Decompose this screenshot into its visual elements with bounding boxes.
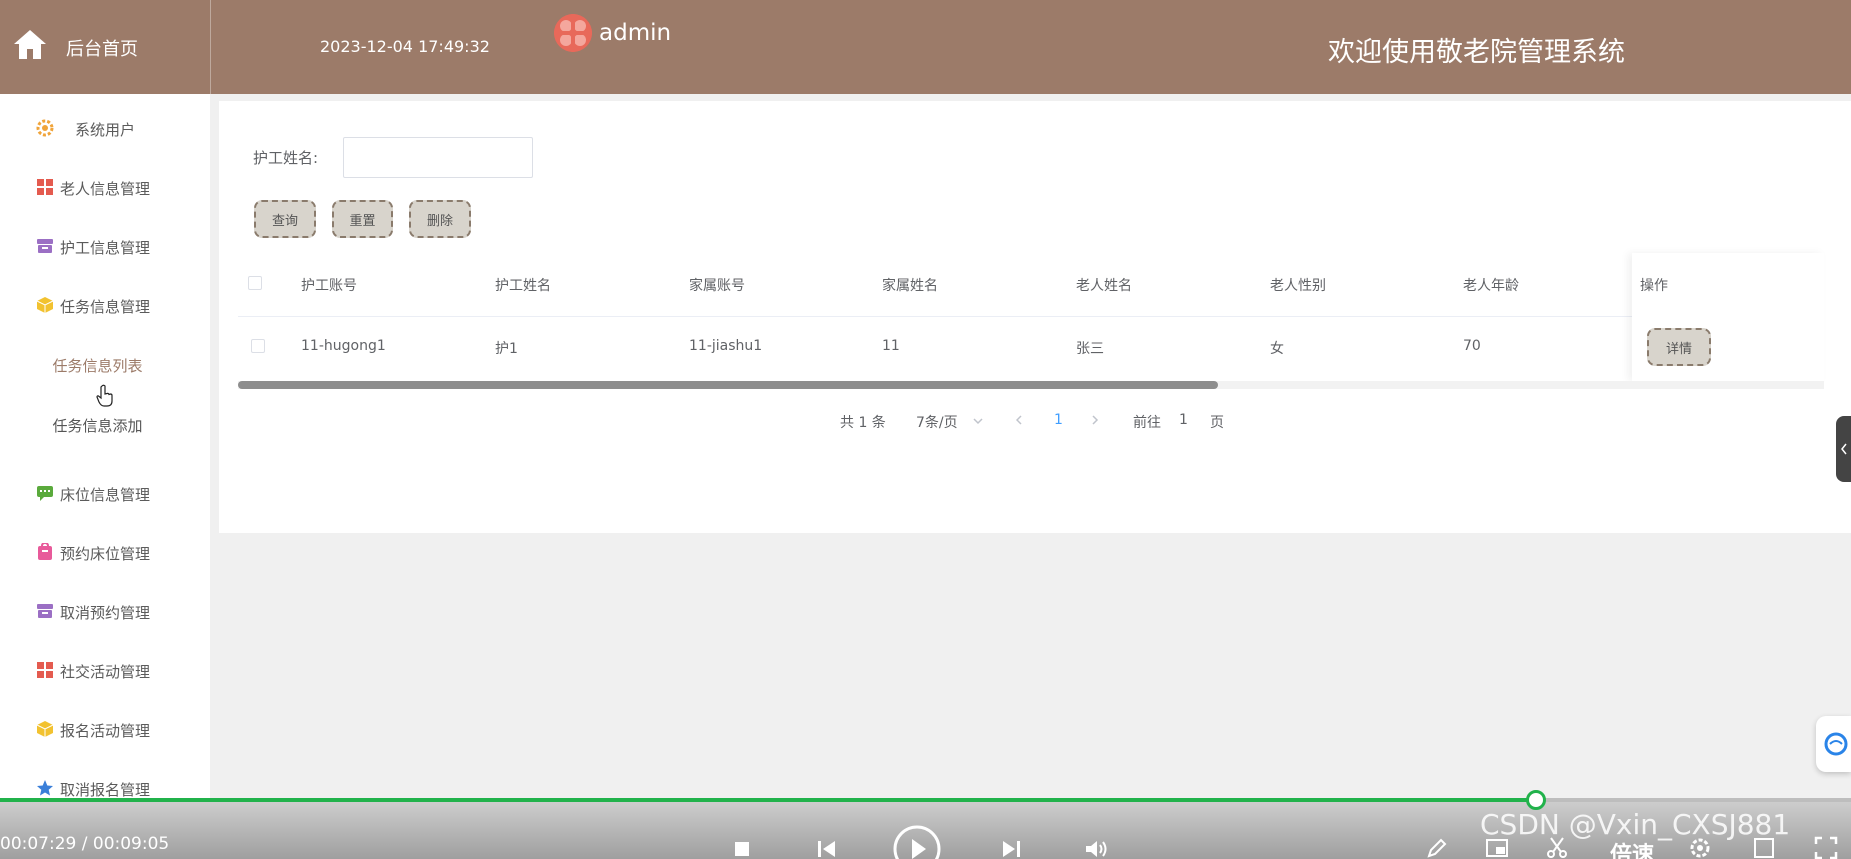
col-caregiver-account: 护工账号 (301, 278, 357, 294)
archive-icon (37, 604, 53, 618)
home-link[interactable]: 后台首页 (66, 35, 138, 61)
sidebar-item-elder-info[interactable]: 老人信息管理 (0, 172, 210, 202)
picture-in-picture-icon[interactable] (1485, 836, 1509, 859)
refresh-icon (1824, 732, 1848, 756)
pen-icon[interactable] (1425, 836, 1449, 859)
username[interactable]: admin (599, 20, 671, 46)
sidebar-item-activity-signup[interactable]: 报名活动管理 (0, 714, 210, 744)
sidebar-item-label: 预约床位管理 (60, 545, 151, 563)
scissors-icon[interactable] (1545, 836, 1569, 859)
page-number-current[interactable]: 1 (1054, 412, 1063, 428)
cell-family-name: 11 (882, 338, 900, 354)
sidebar-item-task-info[interactable]: 任务信息管理 (0, 290, 210, 320)
search-label: 护工姓名: (253, 149, 319, 167)
play-icon[interactable] (893, 825, 941, 859)
settings-icon[interactable] (1688, 836, 1712, 859)
skip-back-icon[interactable] (816, 838, 838, 859)
grid-icon (37, 179, 53, 195)
chevron-right-icon[interactable] (1090, 414, 1100, 426)
header-divider (210, 0, 211, 94)
sidebar-item-caregiver-info[interactable]: 护工信息管理 (0, 231, 210, 261)
cube-icon (36, 297, 54, 313)
message-icon (37, 486, 53, 501)
sidebar-item-system-users[interactable]: 系统用户 (0, 113, 210, 143)
sidebar-subitem-task-list[interactable]: 任务信息列表 (0, 355, 195, 376)
sidebar-item-label: 取消报名管理 (60, 781, 151, 799)
sidebar-item-label: 床位信息管理 (60, 486, 151, 504)
goto-prefix: 前往 (1133, 415, 1161, 431)
side-collapse-tab[interactable] (1836, 416, 1851, 482)
col-family-name: 家属姓名 (882, 278, 938, 294)
skip-forward-icon[interactable] (1000, 838, 1022, 859)
top-header: 后台首页 2023-12-04 17:49:32 admin 欢迎使用敬老院管理… (0, 0, 1851, 94)
sidebar-item-cancel-booking[interactable]: 取消预约管理 (0, 596, 210, 626)
fullscreen-icon[interactable] (1814, 836, 1838, 859)
caregiver-name-input[interactable] (343, 137, 533, 178)
cell-elder-age: 70 (1463, 338, 1481, 354)
sidebar-item-social-activity[interactable]: 社交活动管理 (0, 655, 210, 685)
playback-speed-button[interactable]: 倍速 (1610, 837, 1654, 859)
cell-family-account: 11-jiashu1 (689, 338, 763, 354)
sidebar-item-label: 系统用户 (75, 121, 136, 139)
table-scrollbar-thumb[interactable] (238, 381, 1218, 389)
sidebar-subitem-task-add[interactable]: 任务信息添加 (0, 415, 195, 436)
cell-caregiver-name: 护1 (495, 341, 518, 357)
web-fullscreen-icon[interactable] (1752, 836, 1776, 859)
sidebar-item-label: 任务信息管理 (60, 298, 151, 316)
home-icon[interactable] (12, 26, 48, 62)
sidebar-item-label: 取消预约管理 (60, 604, 151, 622)
gear-icon (36, 119, 54, 137)
sidebar-item-label: 报名活动管理 (60, 722, 151, 740)
floating-helper-button[interactable] (1816, 716, 1851, 772)
grid-icon (37, 662, 53, 678)
video-progress-fill (0, 798, 1537, 802)
goto-page-input[interactable]: 1 (1179, 412, 1188, 428)
star-icon (37, 780, 53, 796)
video-time: 00:07:29 / 00:09:05 (0, 834, 170, 854)
page-size-select[interactable]: 7条/页 (916, 412, 958, 432)
cell-caregiver-account: 11-hugong1 (301, 338, 386, 354)
col-elder-gender: 老人性别 (1270, 278, 1326, 294)
detail-button[interactable]: 详情 (1647, 328, 1711, 366)
delete-button[interactable]: 删除 (409, 200, 471, 238)
current-datetime: 2023-12-04 17:49:32 (320, 37, 490, 56)
hand-cursor-icon (96, 384, 113, 407)
select-all-checkbox[interactable] (248, 276, 262, 290)
reset-button[interactable]: 重置 (332, 200, 393, 238)
query-button[interactable]: 查询 (254, 200, 316, 238)
volume-icon[interactable] (1084, 838, 1110, 859)
chevron-down-icon[interactable] (972, 416, 984, 426)
archive-icon (37, 239, 53, 253)
chevron-left-icon (1841, 443, 1847, 455)
bag-icon (38, 543, 52, 560)
sidebar-item-label: 护工信息管理 (60, 239, 151, 257)
operation-column: 操作 详情 (1632, 253, 1824, 381)
col-family-account: 家属账号 (689, 278, 745, 294)
sidebar-item-bed-info[interactable]: 床位信息管理 (0, 478, 210, 508)
col-elder-name: 老人姓名 (1076, 278, 1132, 294)
col-caregiver-name: 护工姓名 (495, 278, 551, 294)
header-divider-line (238, 316, 1824, 317)
col-operation: 操作 (1640, 278, 1668, 294)
avatar-icon (554, 14, 592, 52)
row-checkbox[interactable] (251, 339, 265, 353)
sidebar: 系统用户 老人信息管理 护工信息管理 任务信息管理 任务信息列表 任务信息添加 … (0, 94, 210, 799)
cube-icon (36, 721, 54, 737)
sidebar-item-label: 社交活动管理 (60, 663, 151, 681)
cell-elder-name: 张三 (1076, 341, 1104, 357)
pagination-total: 共 1 条 (840, 415, 886, 431)
welcome-title: 欢迎使用敬老院管理系统 (1328, 37, 1625, 68)
goto-suffix: 页 (1210, 415, 1224, 431)
avatar[interactable] (554, 14, 592, 52)
sidebar-item-bed-booking[interactable]: 预约床位管理 (0, 537, 210, 567)
chevron-left-icon[interactable] (1014, 414, 1024, 426)
col-elder-age: 老人年龄 (1463, 278, 1519, 294)
cell-elder-gender: 女 (1270, 341, 1284, 357)
stop-icon[interactable] (733, 840, 751, 858)
sidebar-item-label: 老人信息管理 (60, 180, 151, 198)
